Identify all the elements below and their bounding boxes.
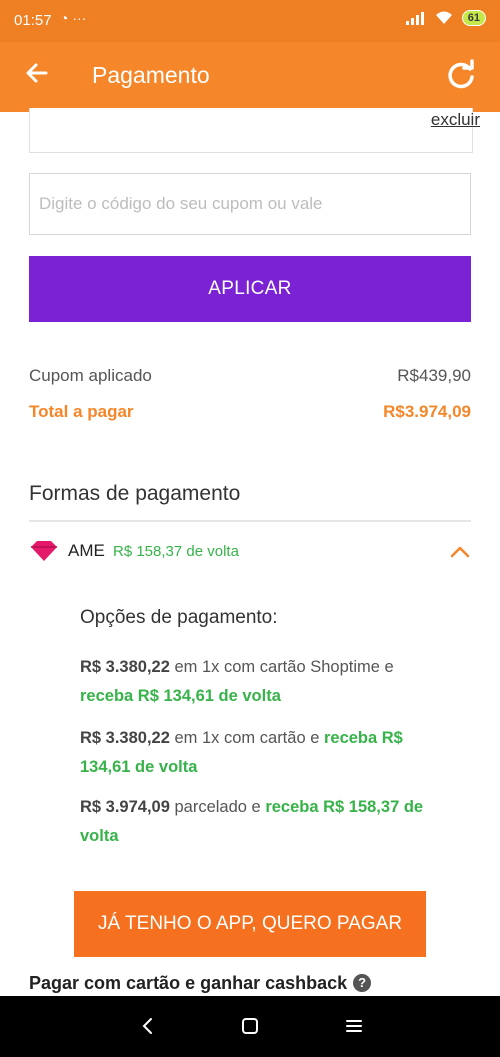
- option-text: em 1x com cartão Shoptime e: [169, 658, 394, 676]
- payment-option-2: R$ 3.380,22 em 1x com cartão e receba R$…: [80, 724, 430, 782]
- wifi-icon: [435, 11, 452, 24]
- option-text: parcelado e: [169, 798, 266, 816]
- coupon-applied-value: R$439,90: [397, 366, 471, 385]
- app-bar: Pagamento: [0, 42, 500, 112]
- ame-payment-option[interactable]: AME R$ 158,37 de volta: [29, 536, 471, 570]
- option-price: R$ 3.380,22: [80, 729, 170, 747]
- option-price: R$ 3.974,09: [80, 798, 170, 816]
- refresh-icon[interactable]: [444, 58, 478, 92]
- pay-with-app-button[interactable]: JÁ TENHO O APP, QUERO PAGAR: [74, 891, 426, 957]
- option-cashback: receba R$ 134,61 de volta: [80, 687, 281, 705]
- coupon-code-input[interactable]: [29, 173, 471, 235]
- notification-icons: ◔ ···: [60, 10, 87, 26]
- option-price: R$ 3.380,22: [80, 658, 170, 676]
- card-cashback-label: Pagar com cartão e ganhar cashback: [29, 973, 348, 993]
- payment-option-3: R$ 3.974,09 parcelado e receba R$ 158,37…: [80, 793, 430, 851]
- status-right-icons: 61: [405, 10, 486, 26]
- apply-coupon-button[interactable]: APLICAR: [29, 256, 471, 322]
- option-text: em 1x com cartão e: [169, 729, 324, 747]
- nav-menu-icon[interactable]: [344, 1016, 364, 1036]
- status-bar: 01:57 ◔ ··· 61: [0, 0, 500, 42]
- applied-coupon-card: [29, 108, 473, 153]
- card-cashback-title: Pagar com cartão e ganhar cashback?: [29, 973, 372, 994]
- nav-back-icon[interactable]: [138, 1016, 158, 1036]
- total-label: Total a pagar: [29, 402, 134, 421]
- help-icon[interactable]: ?: [353, 974, 372, 992]
- ame-diamond-icon: [31, 541, 57, 561]
- signal-icon: [405, 12, 424, 25]
- payment-options-title: Opções de pagamento:: [80, 607, 278, 628]
- ame-name: AME: [68, 541, 105, 560]
- back-arrow-icon[interactable]: [22, 58, 52, 88]
- nav-home-icon[interactable]: [240, 1016, 260, 1036]
- ame-cashback: R$ 158,37 de volta: [113, 543, 239, 560]
- total-value: R$3.974,09: [383, 402, 471, 421]
- status-time: 01:57: [14, 12, 52, 29]
- page-title: Pagamento: [92, 62, 210, 88]
- coupon-applied-label: Cupom aplicado: [29, 366, 152, 385]
- remove-coupon-link[interactable]: excluir: [431, 110, 480, 130]
- payment-option-1: R$ 3.380,22 em 1x com cartão Shoptime e …: [80, 653, 430, 711]
- payment-methods-title: Formas de pagamento: [29, 482, 241, 505]
- section-divider: [29, 520, 471, 522]
- system-nav-bar: [0, 996, 500, 1057]
- chevron-up-icon[interactable]: [449, 542, 471, 560]
- battery-icon: 61: [461, 10, 486, 26]
